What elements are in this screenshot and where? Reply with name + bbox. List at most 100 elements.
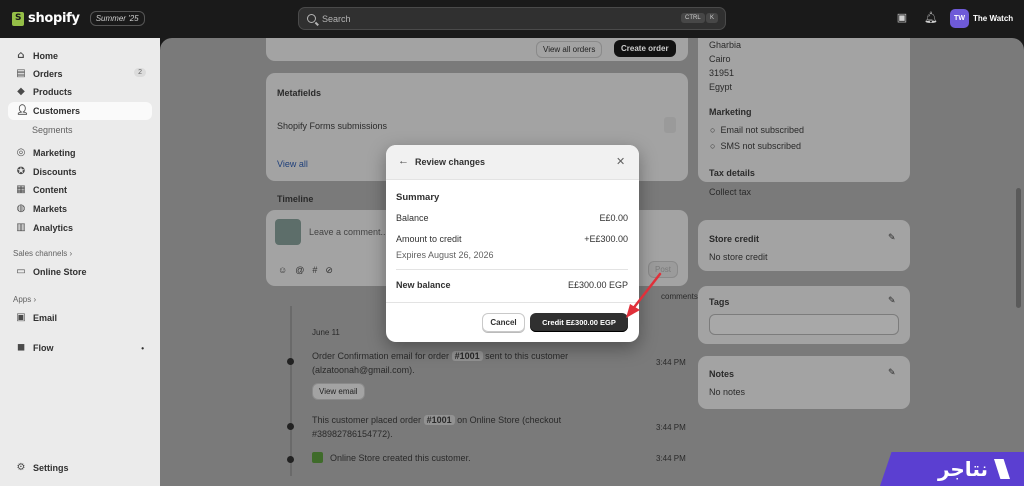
edit-pencil-icon[interactable]: ✎ xyxy=(888,367,896,378)
search-placeholder: Search xyxy=(322,13,351,24)
nav-analytics[interactable]: ▥ Analytics xyxy=(8,219,152,237)
nav-settings[interactable]: ⚙ Settings xyxy=(8,459,152,477)
metafield-value-field[interactable] xyxy=(664,117,676,133)
event2-text-a: This customer placed order xyxy=(312,415,422,425)
nav-segments[interactable]: Segments xyxy=(32,125,73,135)
tags-card: Tags ✎ xyxy=(698,286,910,344)
sidebar: ⌂ Home ▤ Orders 2 ◆ Products 👤︎ Customers Seg… xyxy=(0,38,160,486)
close-icon[interactable]: ✕ xyxy=(616,155,625,168)
amount-to-credit-value: +E£300.00 xyxy=(584,234,628,244)
nav-discounts-label: Discounts xyxy=(33,167,77,177)
address-line4: Egypt xyxy=(709,82,733,92)
tag-icon: ◆ xyxy=(17,86,25,97)
person-icon: 👤︎ xyxy=(16,105,29,116)
timeline-line xyxy=(290,306,292,476)
timeline-dot xyxy=(287,456,294,463)
nav-markets-label: Markets xyxy=(33,204,68,214)
event2-line2: #38982786154772). xyxy=(312,429,393,439)
nav-marketing-label: Marketing xyxy=(33,148,76,158)
apps-label: Apps xyxy=(13,295,32,304)
nav-products-label: Products xyxy=(33,87,73,97)
nav-home[interactable]: ⌂ Home xyxy=(8,47,152,65)
create-order-button[interactable]: Create order xyxy=(614,40,676,57)
nav-markets[interactable]: ◍ Markets xyxy=(8,200,152,218)
comment-toolbar-icons[interactable]: ☺@#⊘ xyxy=(278,265,341,276)
nav-customers[interactable]: 👤︎ Customers xyxy=(8,102,152,120)
user-avatar xyxy=(275,219,301,245)
store-avatar[interactable]: TW xyxy=(950,9,969,28)
brand-watermark: نتاجر xyxy=(880,452,1024,486)
nav-content[interactable]: ▦ Content xyxy=(8,181,152,199)
notes-card: Notes ✎ No notes xyxy=(698,356,910,409)
new-balance-label: New balance xyxy=(396,280,451,290)
sales-channels-label: Sales channels xyxy=(13,249,68,258)
edit-pencil-icon[interactable]: ✎ xyxy=(888,295,896,306)
event3-text: Online Store created this customer. xyxy=(330,453,471,463)
email-marketing-status: ○ Email not subscribed xyxy=(710,125,804,135)
nav-content-label: Content xyxy=(33,185,67,195)
shopify-logo[interactable]: shopify Summer '25 xyxy=(12,11,145,26)
flow-dot-icon: • xyxy=(141,343,144,353)
sales-channels-heading[interactable]: Sales channels › xyxy=(13,249,72,258)
shortcut-k: K xyxy=(706,13,719,23)
nav-products[interactable]: ◆ Products xyxy=(8,83,152,101)
store-credit-value: No store credit xyxy=(709,252,768,262)
email-status-label: Email not subscribed xyxy=(720,125,804,135)
comments-note: comments xyxy=(661,292,698,301)
address-line2: Cairo xyxy=(709,54,731,64)
nav-online-store[interactable]: ▭ Online Store xyxy=(8,263,152,281)
top-bar: shopify Summer '25 Search CTRL K ▣ 🔔︎ TW… xyxy=(0,0,1024,38)
modal-title: Review changes xyxy=(415,157,486,167)
event2-time: 3:44 PM xyxy=(656,423,686,432)
search-bar[interactable]: Search CTRL K xyxy=(298,7,726,30)
cancel-button[interactable]: Cancel xyxy=(482,313,525,332)
apps-heading[interactable]: Apps › xyxy=(13,295,36,304)
event1-order-badge[interactable]: #1001 xyxy=(451,351,483,361)
event2-order-badge[interactable]: #1001 xyxy=(423,415,455,425)
sms-marketing-status: ○ SMS not subscribed xyxy=(710,141,801,151)
shopify-bag-icon xyxy=(12,11,24,26)
review-changes-modal: ← Review changes ✕ Summary Balance E£0.0… xyxy=(386,145,639,342)
edition-badge[interactable]: Summer '25 xyxy=(89,11,145,26)
store-credit-card: Store credit ✎ No store credit xyxy=(698,220,910,271)
sidekick-icon[interactable]: ▣ xyxy=(896,12,908,24)
nav-flow-label: Flow xyxy=(33,343,54,353)
view-all-metafields-link[interactable]: View all xyxy=(277,159,308,169)
nav-customers-label: Customers xyxy=(33,106,81,116)
nav-email[interactable]: ▣ Email xyxy=(8,309,152,327)
notes-value: No notes xyxy=(709,387,746,397)
tags-input[interactable] xyxy=(709,314,899,335)
nav-home-label: Home xyxy=(33,51,59,61)
nav-analytics-label: Analytics xyxy=(33,223,74,233)
globe-icon: ◍ xyxy=(16,203,26,214)
timeline-title: Timeline xyxy=(277,194,314,204)
comment-input[interactable]: Leave a comment... xyxy=(309,227,388,237)
home-icon: ⌂ xyxy=(17,50,25,61)
timeline-dot xyxy=(287,423,294,430)
summary-divider xyxy=(396,269,628,270)
watermark-logo-icon xyxy=(994,459,1010,479)
nav-marketing[interactable]: ◎ Marketing xyxy=(8,144,152,162)
nav-online-store-label: Online Store xyxy=(33,267,87,277)
view-email-button[interactable]: View email xyxy=(312,383,365,400)
view-all-orders-button[interactable]: View all orders xyxy=(536,41,603,58)
nav-orders[interactable]: ▤ Orders 2 xyxy=(8,65,152,83)
orders-count-badge: 2 xyxy=(134,68,146,77)
nav-discounts[interactable]: ✪ Discounts xyxy=(8,163,152,181)
bell-icon[interactable]: 🔔︎ xyxy=(924,12,938,24)
metafield-row-label: Shopify Forms submissions xyxy=(277,121,388,131)
credit-store-button[interactable]: Credit E£300.00 EGP xyxy=(530,313,628,332)
store-name[interactable]: The Watch xyxy=(973,14,1013,23)
shortcut-ctrl: CTRL xyxy=(681,13,705,23)
nav-flow[interactable]: ◼ Flow • xyxy=(8,339,152,357)
nav-orders-label: Orders xyxy=(33,69,63,79)
marketing-title: Marketing xyxy=(709,107,752,117)
sms-status-label: SMS not subscribed xyxy=(720,141,801,151)
back-arrow-icon[interactable]: ← xyxy=(398,155,409,167)
edit-pencil-icon[interactable]: ✎ xyxy=(888,232,896,243)
content-icon: ▦ xyxy=(16,184,26,195)
nav-email-label: Email xyxy=(33,313,58,323)
scrollbar[interactable] xyxy=(1016,188,1021,308)
tax-details-title: Tax details xyxy=(709,168,755,178)
email-app-icon: ▣ xyxy=(16,312,26,323)
